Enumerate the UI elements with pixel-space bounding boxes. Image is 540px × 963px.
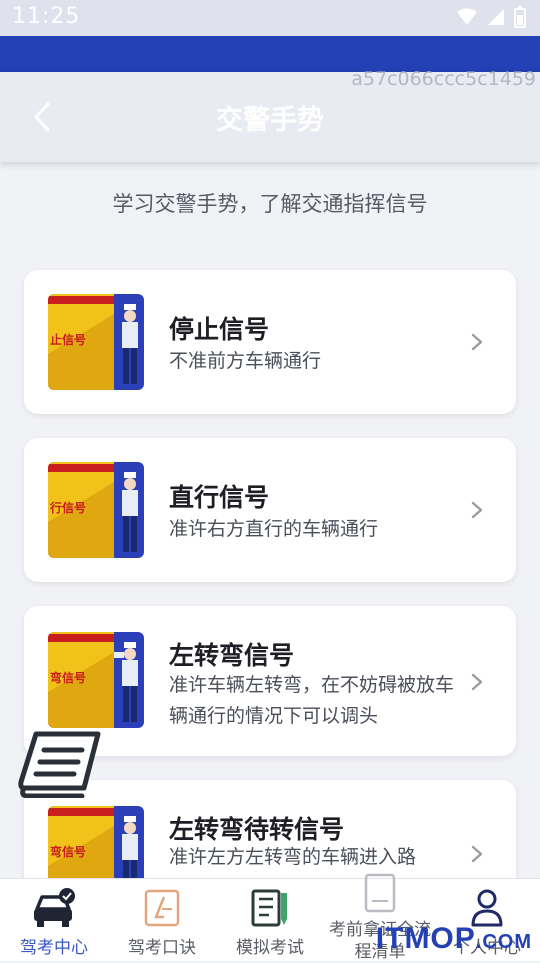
traffic-police-image: 止信号 [48, 294, 144, 390]
battery-icon [514, 6, 526, 28]
book-pen-icon [251, 889, 287, 927]
signal-name: 左转弯信号 [169, 641, 295, 670]
signal-description: 准许左方左转弯的车辆进入路 [169, 846, 417, 868]
signal-icon [488, 9, 504, 25]
signal-thumbnail: 弯信号 [48, 632, 144, 728]
signal-description: 准许右方直行的车辆通行 [169, 518, 379, 540]
car-icon [34, 888, 75, 927]
tab-label: 驾考中心 [20, 938, 88, 958]
site-logo-text: ITMOP [375, 922, 476, 955]
poster-caption: 弯信号 [50, 670, 86, 685]
tab-label: 模拟考试 [236, 938, 304, 958]
poster-caption: 弯信号 [50, 844, 86, 859]
poster-caption: 止信号 [50, 332, 86, 347]
brand-bar [0, 36, 540, 72]
signal-thumbnail: 止信号 [48, 294, 144, 390]
signal-card-straight[interactable]: 行信号 直行信号 准许右方直行的车辆通行 [24, 438, 516, 582]
traffic-police-image: 行信号 [48, 462, 144, 558]
document-icon [364, 873, 396, 913]
tab-label: 驾考口诀 [128, 938, 196, 958]
page-title: 交警手势 [216, 105, 324, 136]
status-bar: 11:25 [0, 0, 540, 36]
traffic-police-image: 弯信号 [48, 632, 144, 728]
signal-description: 准许车辆左转弯，在不妨碍被放车辆通行的情况下可以调头 [169, 674, 455, 727]
signal-card-stop[interactable]: 止信号 停止信号 不准前方车辆通行 [24, 270, 516, 414]
chevron-right-icon [471, 845, 483, 863]
status-time: 11:25 [12, 4, 81, 29]
tab-drive-exam-center[interactable]: 驾考中心 [10, 879, 98, 961]
signal-name: 左转弯待转信号 [169, 815, 345, 844]
book-icon[interactable] [18, 730, 104, 798]
tab-drive-exam-tips[interactable]: 驾考口诀 [118, 879, 206, 961]
tab-mock-exam[interactable]: 模拟考试 [226, 879, 314, 961]
chevron-right-icon [471, 673, 483, 691]
status-icons [456, 6, 526, 28]
notebook-icon [144, 889, 180, 927]
site-logo: ITMOP.COM [376, 922, 532, 956]
watermark-id: a57c066ccc5c1459 [351, 68, 536, 90]
intro-text: 学习交警手势，了解交通指挥信号 [112, 192, 428, 216]
site-logo-tail: .COM [475, 931, 532, 953]
signal-name: 停止信号 [169, 315, 270, 344]
wifi-icon [457, 8, 477, 25]
chevron-right-icon [471, 501, 483, 519]
signal-thumbnail: 行信号 [48, 462, 144, 558]
chevron-right-icon [471, 333, 483, 351]
signal-name: 直行信号 [169, 483, 270, 512]
poster-caption: 行信号 [49, 500, 86, 515]
signal-description: 不准前方车辆通行 [169, 350, 322, 372]
